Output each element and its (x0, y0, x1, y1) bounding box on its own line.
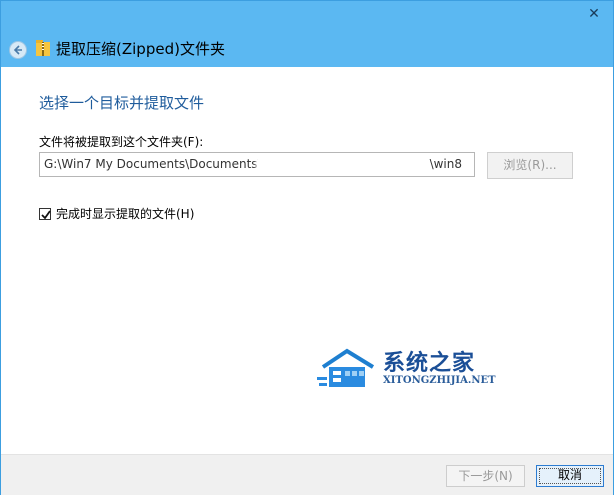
next-button[interactable]: 下一步(N) (446, 465, 525, 487)
window-title: 提取压缩(Zipped)文件夹 (56, 40, 225, 58)
page-heading: 选择一个目标并提取文件 (39, 94, 205, 112)
watermark-en-text: XITONGZHIJIA.NET (383, 375, 496, 386)
extract-wizard-window: ✕ 提取压缩(Zipped)文件夹 选择一个目标并提取文件 文件将被提取到这个文… (0, 0, 614, 495)
watermark-cn-text: 系统之家 (383, 351, 476, 376)
show-files-checkbox[interactable] (39, 208, 51, 220)
zip-folder-icon (36, 40, 50, 56)
back-button[interactable] (9, 41, 27, 59)
title-bar: ✕ 提取压缩(Zipped)文件夹 (1, 1, 613, 67)
back-arrow-icon (13, 45, 22, 55)
site-watermark: 系统之家 XITONGZHIJIA.NET (317, 341, 507, 411)
house-logo-icon (317, 348, 375, 387)
destination-label: 文件将被提取到这个文件夹(F): (39, 135, 204, 149)
path-value-start: G:\Win7 My Documents\Documents\ (44, 157, 262, 171)
redacted-path-mask (258, 157, 428, 171)
cancel-button[interactable]: 取消 (536, 465, 604, 487)
show-files-label: 完成时显示提取的文件(H) (56, 207, 195, 221)
close-icon[interactable]: ✕ (587, 7, 601, 21)
checkmark-icon (41, 210, 51, 220)
destination-path-input[interactable]: G:\Win7 My Documents\Documents\ \win8 (39, 152, 475, 177)
footer-bar: 下一步(N) 取消 (1, 454, 613, 495)
path-value-end: \win8 (429, 157, 462, 171)
browse-button[interactable]: 浏览(R)... (487, 152, 573, 179)
